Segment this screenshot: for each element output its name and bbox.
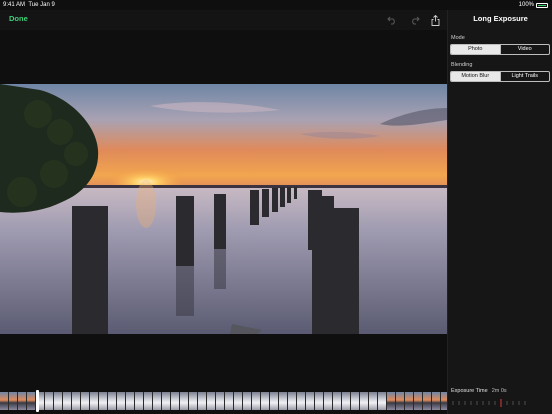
filmstrip-frame	[261, 392, 270, 410]
filmstrip-frame	[126, 392, 135, 410]
filmstrip-frame	[423, 392, 432, 410]
filmstrip-frame	[369, 392, 378, 410]
filmstrip-frame	[135, 392, 144, 410]
filmstrip-frame	[54, 392, 63, 410]
filmstrip-frame	[171, 392, 180, 410]
long-exposure-photo	[0, 84, 447, 334]
filmstrip-frame	[63, 392, 72, 410]
filmstrip-frame	[72, 392, 81, 410]
top-toolbar: Done	[0, 10, 447, 30]
undo-icon[interactable]	[386, 14, 398, 26]
filmstrip-frame	[288, 392, 297, 410]
filmstrip-frame	[99, 392, 108, 410]
filmstrip-frame	[351, 392, 360, 410]
panel-title: Long Exposure	[473, 14, 528, 23]
filmstrip-frame	[378, 392, 387, 410]
filmstrip-frame	[306, 392, 315, 410]
status-time: 9:41 AM	[3, 2, 26, 8]
filmstrip-frame	[0, 392, 9, 410]
filmstrip-frame	[324, 392, 333, 410]
filmstrip-frame	[144, 392, 153, 410]
exposure-time-label: Exposure Time	[451, 388, 488, 394]
filmstrip-frame	[153, 392, 162, 410]
blending-motion-blur-segment[interactable]: Motion Blur	[451, 72, 500, 81]
mode-video-segment[interactable]: Video	[499, 45, 550, 54]
filmstrip-frame	[180, 392, 189, 410]
battery-icon	[536, 2, 548, 8]
filmstrip-frame	[333, 392, 342, 410]
blending-light-trails-segment[interactable]: Light Trails	[499, 72, 550, 81]
filmstrip-frame	[315, 392, 324, 410]
filmstrip-frame	[225, 392, 234, 410]
filmstrip-frame	[189, 392, 198, 410]
filmstrip-frame	[252, 392, 261, 410]
filmstrip-frame	[360, 392, 369, 410]
filmstrip-frame	[279, 392, 288, 410]
status-date: Tue Jan 9	[28, 2, 55, 8]
share-icon[interactable]	[429, 14, 441, 26]
exposure-time: Exposure Time 2m 0s	[451, 388, 507, 394]
filmstrip-frame	[18, 392, 27, 410]
filmstrip-frame	[387, 392, 396, 410]
filmstrip-frame	[81, 392, 90, 410]
status-time-date: 9:41 AM Tue Jan 9	[3, 0, 55, 10]
filmstrip-frame	[441, 392, 447, 410]
mode-label: Mode	[451, 35, 465, 41]
filmstrip-frame	[234, 392, 243, 410]
filmstrip-frame	[9, 392, 18, 410]
filmstrip-frame	[108, 392, 117, 410]
filmstrip-frame	[414, 392, 423, 410]
long-exposure-panel: Long Exposure Mode Photo Video Blending …	[447, 10, 552, 414]
status-right: 100%	[519, 0, 548, 10]
filmstrip-frame	[90, 392, 99, 410]
blending-segmented-control: Motion Blur Light Trails	[450, 71, 550, 82]
exposure-time-value: 2m 0s	[491, 388, 507, 394]
filmstrip-frame	[405, 392, 414, 410]
filmstrip-frame	[198, 392, 207, 410]
filmstrip-frame	[117, 392, 126, 410]
filmstrip-frame	[216, 392, 225, 410]
filmstrip-playhead[interactable]	[36, 390, 39, 412]
video-filmstrip[interactable]	[0, 392, 447, 410]
filmstrip-frame	[297, 392, 306, 410]
filmstrip-frame	[207, 392, 216, 410]
filmstrip-frame	[45, 392, 54, 410]
photo-image	[0, 84, 447, 334]
filmstrip-frame	[396, 392, 405, 410]
filmstrip-frame	[432, 392, 441, 410]
exposure-time-slider[interactable]	[451, 398, 547, 408]
filmstrip-frame	[270, 392, 279, 410]
redo-icon[interactable]	[409, 14, 421, 26]
blending-label: Blending	[451, 62, 473, 68]
done-button[interactable]: Done	[9, 14, 28, 23]
filmstrip-frame	[27, 392, 36, 410]
battery-percent: 100%	[518, 2, 534, 8]
filmstrip-frame	[162, 392, 171, 410]
status-bar: 9:41 AM Tue Jan 9 100%	[0, 0, 552, 10]
mode-photo-segment[interactable]: Photo	[451, 45, 500, 54]
filmstrip-frame	[342, 392, 351, 410]
mode-segmented-control: Photo Video	[450, 44, 550, 55]
filmstrip-frame	[243, 392, 252, 410]
